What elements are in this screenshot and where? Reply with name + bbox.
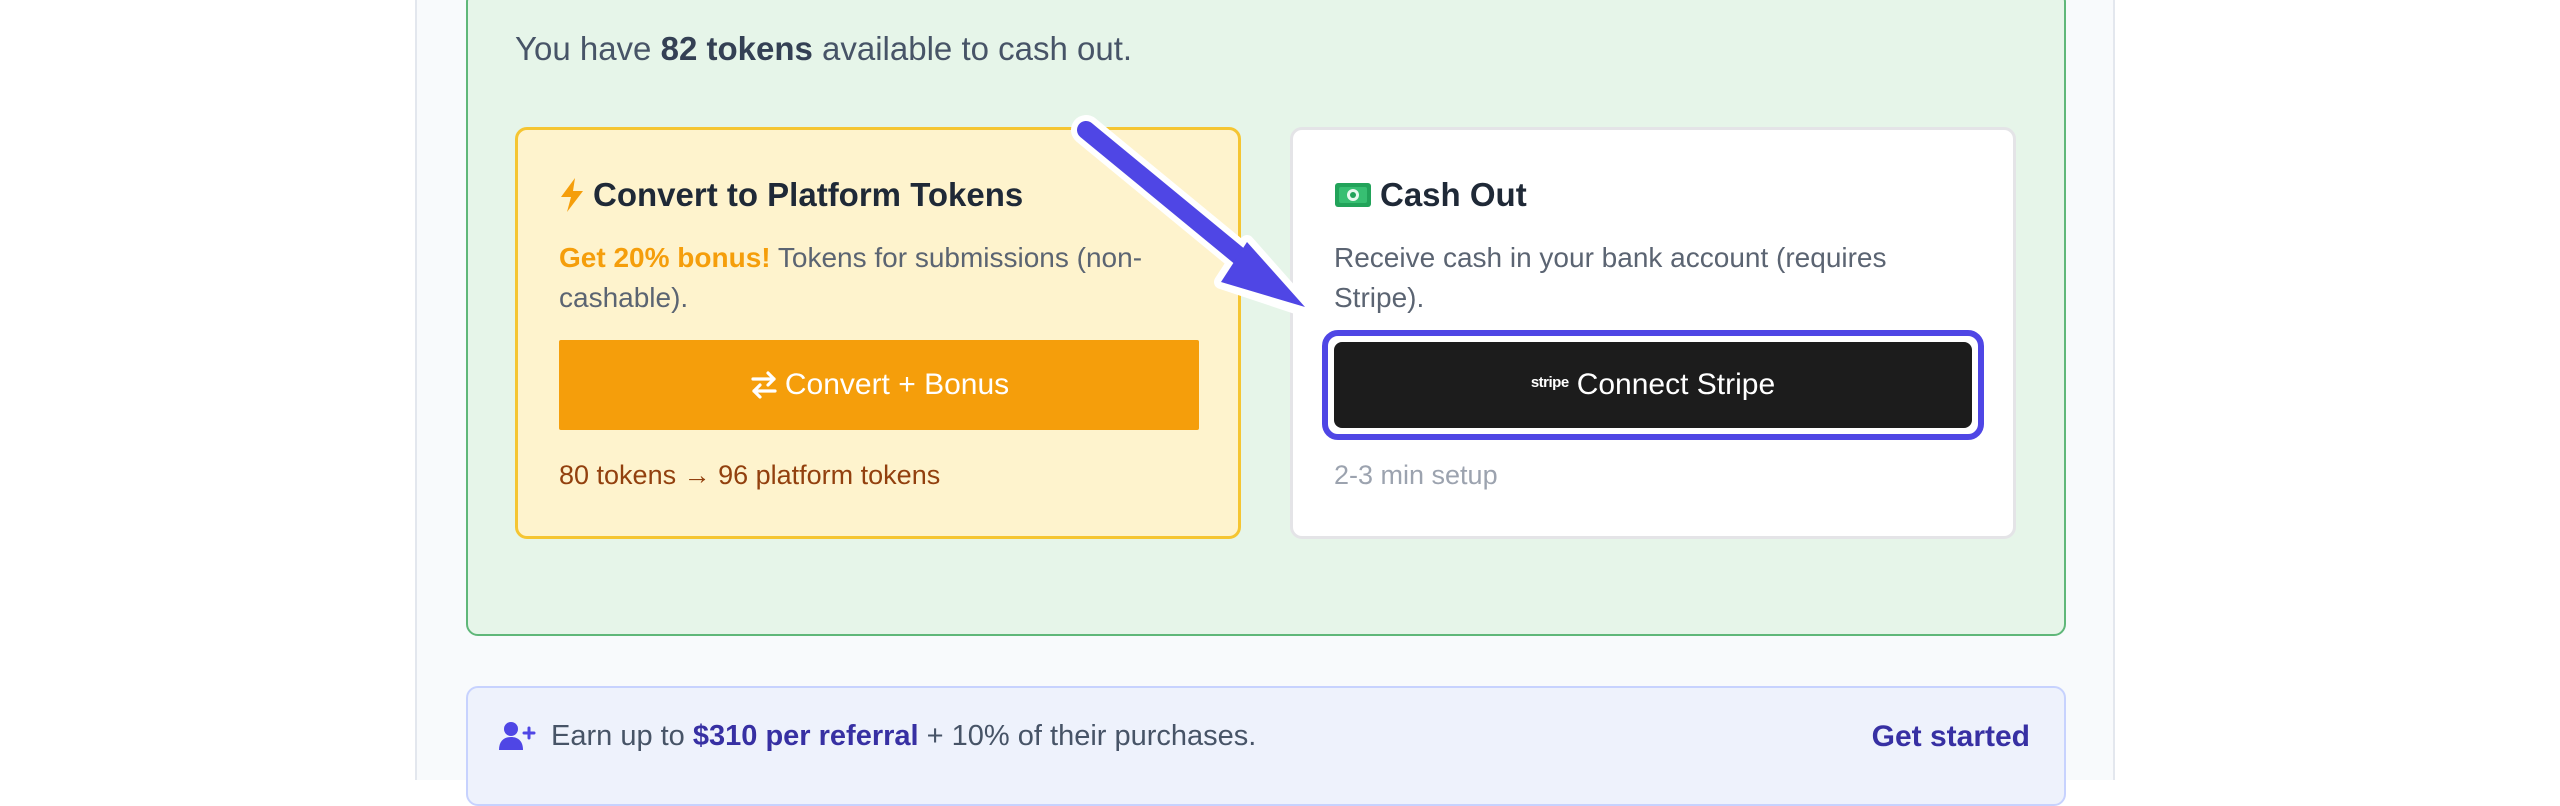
cashout-card-description: Receive cash in your bank account (requi…: [1334, 242, 1887, 313]
referral-suffix: + 10% of their purchases.: [926, 720, 1257, 752]
connect-stripe-button[interactable]: stripe Connect Stripe: [1334, 342, 1972, 428]
referral-amount: $310 per referral: [692, 720, 919, 752]
get-started-link[interactable]: Get started: [1872, 720, 2030, 754]
swap-arrows-icon: [749, 370, 779, 400]
connect-stripe-label: Connect Stripe: [1576, 368, 1776, 401]
cashout-card-title: Cash Out: [1334, 176, 1527, 214]
setup-time-note: 2-3 min setup: [1334, 460, 1498, 490]
tokens-summary: You have 82 tokens available to cash out…: [515, 30, 1132, 68]
referral-prefix: Earn up to: [551, 720, 685, 752]
bonus-highlight: Get 20% bonus!: [559, 242, 771, 273]
user-plus-icon: [498, 720, 536, 757]
summary-prefix: You have: [515, 30, 652, 67]
stripe-logo: stripe: [1530, 373, 1569, 391]
convert-card-description: Get 20% bonus! Tokens for submissions (n…: [559, 238, 1199, 318]
convert-card-title: Convert to Platform Tokens: [559, 176, 1023, 214]
summary-suffix: available to cash out.: [822, 30, 1133, 67]
lightning-bolt-icon: [559, 178, 585, 212]
convert-title-text: Convert to Platform Tokens: [593, 176, 1024, 213]
token-count: 82 tokens: [660, 30, 813, 67]
convert-button-label: Convert + Bonus: [784, 368, 1010, 401]
cashout-title-text: Cash Out: [1380, 176, 1527, 213]
conversion-rate-note: 80 tokens → 96 platform tokens: [559, 460, 941, 490]
convert-bonus-button[interactable]: Convert + Bonus: [559, 340, 1199, 430]
referral-text: Earn up to $310 per referral + 10% of th…: [551, 720, 1256, 753]
money-bill-icon: [1334, 180, 1372, 210]
